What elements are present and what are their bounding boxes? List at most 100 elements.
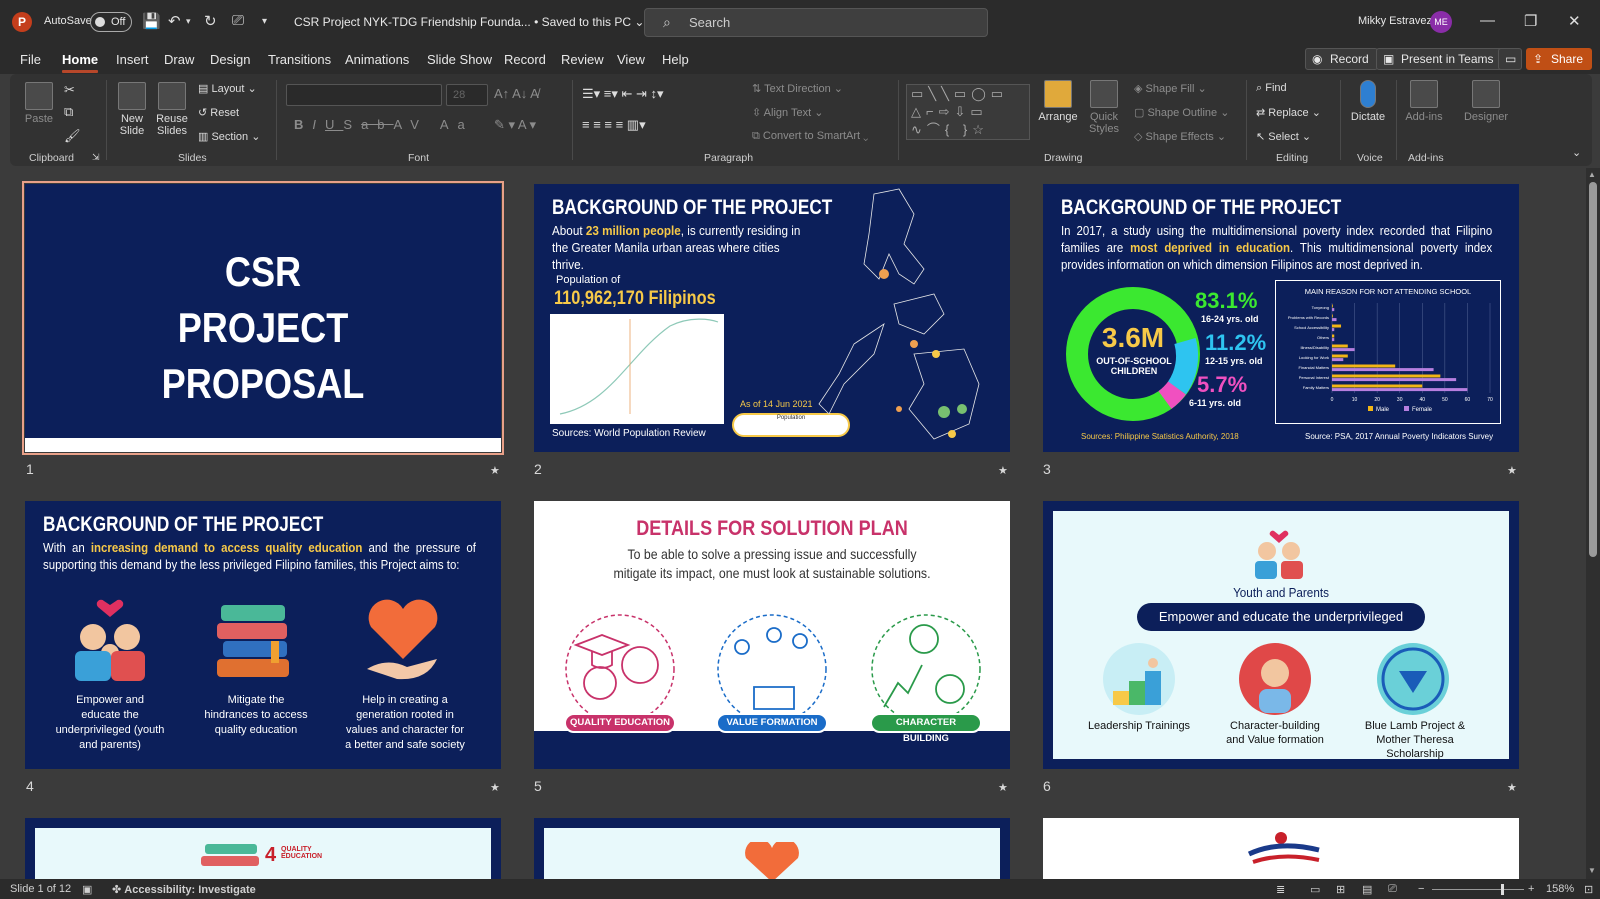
- tab-view[interactable]: View: [617, 52, 645, 67]
- tab-transitions[interactable]: Transitions: [268, 52, 331, 67]
- undo-dropdown-icon[interactable]: ▾: [186, 16, 191, 27]
- undo-icon[interactable]: ↶: [168, 12, 181, 30]
- slide-thumbnail-8[interactable]: [534, 818, 1010, 879]
- transition-star-icon[interactable]: ★: [490, 464, 500, 477]
- reset-button[interactable]: ↺ Reset: [198, 106, 239, 119]
- slide-show-icon[interactable]: ⎚: [1388, 883, 1397, 896]
- slide-panel: 4 QUALITY EDUCATION: [35, 828, 491, 879]
- highlight-color-icon[interactable]: ✎ ▾ A ▾: [494, 117, 536, 133]
- title-bar: P AutoSave Off 💾 ↶ ▾ ↻ ⎚ ▾ CSR Project N…: [0, 0, 1600, 44]
- shape-fill-button[interactable]: ◈ Shape Fill ⌄: [1134, 82, 1207, 95]
- slide-thumbnail-2[interactable]: BACKGROUND OF THE PROJECT About 23 milli…: [534, 184, 1010, 452]
- new-slide-button[interactable]: New Slide: [112, 82, 152, 137]
- document-title[interactable]: CSR Project NYK-TDG Friendship Founda...…: [294, 15, 644, 29]
- transition-star-icon[interactable]: ★: [1507, 781, 1517, 794]
- transition-star-icon[interactable]: ★: [1507, 464, 1517, 477]
- share-button[interactable]: ⇪ Share: [1526, 48, 1593, 70]
- tab-file[interactable]: File: [20, 52, 41, 67]
- arrange-button[interactable]: Arrange: [1036, 80, 1080, 123]
- fit-to-window-icon[interactable]: ⊡: [1584, 883, 1593, 896]
- format-painter-icon[interactable]: 🖌: [64, 128, 81, 144]
- record-label: Record: [1330, 52, 1369, 66]
- replace-button[interactable]: ⇄ Replace ⌄: [1256, 106, 1321, 119]
- slide-sorter-icon[interactable]: ⊞: [1336, 883, 1345, 896]
- designer-button[interactable]: Designer: [1462, 80, 1510, 123]
- quick-styles-button[interactable]: Quick Styles: [1084, 80, 1124, 135]
- close-icon[interactable]: ✕: [1568, 12, 1581, 30]
- zoom-slider[interactable]: [1432, 889, 1524, 890]
- tab-animations[interactable]: Animations: [345, 52, 409, 67]
- shape-outline-button[interactable]: ▢ Shape Outline ⌄: [1134, 106, 1229, 119]
- slide-thumbnail-1[interactable]: CSR PROJECT PROPOSAL: [22, 181, 504, 455]
- avatar[interactable]: ME: [1430, 11, 1452, 33]
- zoom-in-icon[interactable]: +: [1528, 883, 1534, 895]
- record-button[interactable]: ◉ Record: [1305, 48, 1378, 70]
- reading-view-icon[interactable]: ▤: [1362, 883, 1372, 896]
- text-direction-button[interactable]: ⇅ Text Direction ⌄: [752, 82, 843, 95]
- scroll-down-icon[interactable]: ▼: [1588, 866, 1596, 875]
- find-button[interactable]: ⌕ Find: [1256, 82, 1287, 95]
- save-icon[interactable]: 💾: [142, 12, 161, 30]
- zoom-level[interactable]: 158%: [1546, 883, 1574, 895]
- slide-thumbnail-5[interactable]: DETAILS FOR SOLUTION PLAN To be able to …: [534, 501, 1010, 769]
- dictate-button[interactable]: Dictate: [1348, 80, 1388, 123]
- slide-thumbnail-7[interactable]: 4 QUALITY EDUCATION: [25, 818, 501, 879]
- notes-icon[interactable]: ≣: [1276, 883, 1285, 896]
- customize-qat-icon[interactable]: ▾: [262, 16, 267, 27]
- comments-button[interactable]: ▭: [1498, 48, 1522, 70]
- layout-button[interactable]: ▤ Layout ⌄: [198, 82, 257, 95]
- scrollbar-thumb[interactable]: [1589, 182, 1597, 557]
- select-button[interactable]: ↖ Select ⌄: [1256, 130, 1311, 143]
- tab-design[interactable]: Design: [210, 52, 250, 67]
- copy-icon[interactable]: ⧉: [64, 104, 73, 120]
- font-name-input[interactable]: [286, 84, 442, 106]
- slide-thumbnail-4[interactable]: BACKGROUND OF THE PROJECT With an increa…: [25, 501, 501, 769]
- align-text-button[interactable]: ⇳ Align Text ⌄: [752, 106, 823, 119]
- slide-thumbnail-3[interactable]: BACKGROUND OF THE PROJECT In 2017, a stu…: [1043, 184, 1519, 452]
- slide-thumbnail-6[interactable]: Youth and Parents Empower and educate th…: [1043, 501, 1519, 769]
- maximize-icon[interactable]: ❐: [1524, 12, 1537, 30]
- transition-star-icon[interactable]: ★: [998, 781, 1008, 794]
- collapse-ribbon-icon[interactable]: ⌄: [1572, 146, 1581, 159]
- scroll-up-icon[interactable]: ▲: [1588, 170, 1596, 179]
- tab-review[interactable]: Review: [561, 52, 604, 67]
- bullets-icon[interactable]: ☰▾ ≡▾ ⇤ ⇥ ↕▾: [582, 86, 664, 102]
- shapes-gallery[interactable]: ▭╲╲▭◯▭ △⌐⇨⇩▭ ∿⌒{ }☆: [906, 84, 1030, 140]
- spelling-icon[interactable]: ▣: [82, 883, 92, 896]
- population-curve: [559, 318, 719, 415]
- present-in-teams-button[interactable]: ▣ Present in Teams: [1376, 48, 1503, 70]
- slide-thumbnail-9[interactable]: [1043, 818, 1519, 879]
- accessibility-status[interactable]: ✤ Accessibility: Investigate: [112, 883, 256, 896]
- search-input[interactable]: ⌕ Search: [644, 8, 988, 37]
- slide-counter[interactable]: Slide 1 of 12: [10, 883, 71, 895]
- tab-record[interactable]: Record: [504, 52, 546, 67]
- transition-star-icon[interactable]: ★: [998, 464, 1008, 477]
- section-button[interactable]: ▥ Section ⌄: [198, 130, 260, 143]
- align-icons[interactable]: ≡ ≡ ≡ ≡ ▥▾: [582, 117, 646, 133]
- convert-smartart-button[interactable]: ⧉ Convert to SmartArt ⌄: [752, 130, 868, 143]
- clipboard-launcher-icon[interactable]: ⇲: [92, 152, 100, 163]
- tab-home[interactable]: Home: [62, 52, 99, 73]
- tab-help[interactable]: Help: [662, 52, 689, 67]
- present-icon[interactable]: ⎚: [232, 12, 244, 29]
- tab-insert[interactable]: Insert: [116, 52, 149, 67]
- addins-button[interactable]: Add-ins: [1404, 80, 1444, 123]
- zoom-slider-handle[interactable]: [1501, 884, 1504, 895]
- redo-icon[interactable]: ↻: [204, 12, 217, 30]
- autosave-toggle[interactable]: Off: [90, 12, 132, 32]
- transition-star-icon[interactable]: ★: [490, 781, 500, 794]
- cut-icon[interactable]: ✂: [64, 82, 75, 98]
- tab-slide-show[interactable]: Slide Show: [427, 52, 492, 67]
- minimize-icon[interactable]: —: [1480, 12, 1495, 29]
- shape-effects-button[interactable]: ◇ Shape Effects ⌄: [1134, 130, 1226, 143]
- user-name[interactable]: Mikky Estravez: [1358, 15, 1432, 27]
- font-format-icons[interactable]: BIUSabAV Aa: [294, 117, 474, 132]
- zoom-out-icon[interactable]: −: [1418, 883, 1424, 895]
- increase-font-icon[interactable]: A↑ A↓ A̸: [494, 86, 539, 101]
- normal-view-icon[interactable]: ▭: [1310, 883, 1320, 896]
- legend-swatch: [1404, 406, 1409, 411]
- reuse-slides-button[interactable]: Reuse Slides: [154, 82, 190, 137]
- tab-draw[interactable]: Draw: [164, 52, 194, 67]
- paste-button[interactable]: Paste: [22, 82, 56, 125]
- font-size-input[interactable]: 28: [446, 84, 488, 106]
